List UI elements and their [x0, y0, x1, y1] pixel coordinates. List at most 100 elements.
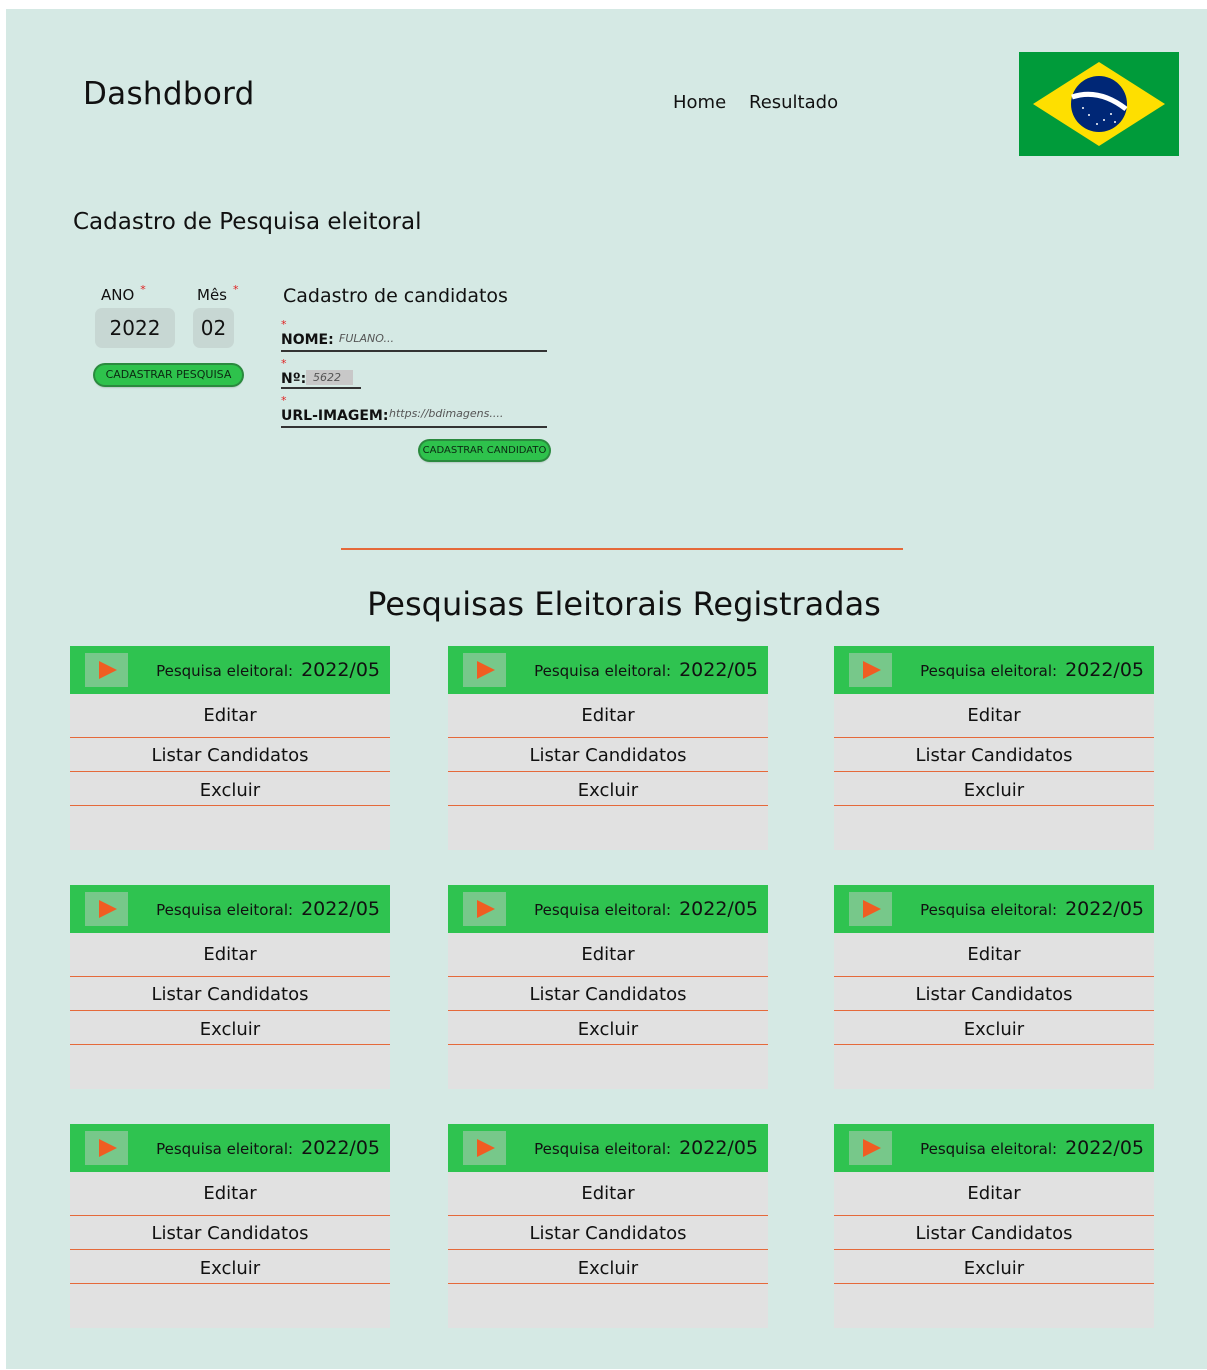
url-required-mark: *	[281, 394, 287, 407]
card-header: Pesquisa eleitoral: 2022/05	[834, 646, 1154, 694]
editar-button[interactable]: Editar	[70, 1172, 390, 1216]
play-icon[interactable]	[85, 892, 128, 926]
editar-button[interactable]: Editar	[834, 933, 1154, 977]
card-value: 2022/05	[301, 1137, 380, 1159]
play-icon[interactable]	[849, 892, 892, 926]
listar-candidatos-button[interactable]: Listar Candidatos	[834, 738, 1154, 772]
card-header: Pesquisa eleitoral: 2022/05	[834, 885, 1154, 933]
card-title: Pesquisa eleitoral: 2022/05	[920, 659, 1144, 681]
nome-label: NOME:	[281, 332, 334, 348]
pesquisa-card: Pesquisa eleitoral: 2022/05 Editar Listar C…	[834, 646, 1154, 850]
card-header: Pesquisa eleitoral: 2022/05	[834, 1124, 1154, 1172]
card-value: 2022/05	[1065, 1137, 1144, 1159]
editar-button[interactable]: Editar	[70, 694, 390, 738]
card-header: Pesquisa eleitoral: 2022/05	[70, 646, 390, 694]
pesquisa-card: Pesquisa eleitoral: 2022/05 Editar Listar C…	[448, 885, 768, 1089]
card-title: Pesquisa eleitoral: 2022/05	[920, 898, 1144, 920]
url-input[interactable]: https://bdimagens....	[389, 407, 503, 420]
play-icon[interactable]	[85, 1131, 128, 1165]
listar-candidatos-button[interactable]: Listar Candidatos	[448, 977, 768, 1011]
nav-home-link[interactable]: Home	[673, 92, 726, 113]
listar-candidatos-button[interactable]: Listar Candidatos	[448, 1216, 768, 1250]
card-label: Pesquisa eleitoral:	[920, 901, 1058, 919]
ano-label: ANO *	[101, 283, 146, 304]
brazil-flag-icon	[1019, 52, 1179, 156]
numero-label: Nº:	[281, 371, 307, 387]
excluir-button[interactable]: Excluir	[70, 772, 390, 806]
card-value: 2022/05	[679, 898, 758, 920]
card-header: Pesquisa eleitoral: 2022/05	[448, 646, 768, 694]
card-label: Pesquisa eleitoral:	[156, 901, 294, 919]
pesquisa-card: Pesquisa eleitoral: 2022/05 Editar Listar C…	[448, 646, 768, 850]
card-header: Pesquisa eleitoral: 2022/05	[448, 1124, 768, 1172]
play-icon[interactable]	[463, 1131, 506, 1165]
play-icon[interactable]	[463, 892, 506, 926]
play-icon[interactable]	[463, 653, 506, 687]
card-value: 2022/05	[1065, 659, 1144, 681]
editar-button[interactable]: Editar	[834, 694, 1154, 738]
nome-required-mark: *	[281, 318, 287, 331]
card-header: Pesquisa eleitoral: 2022/05	[70, 1124, 390, 1172]
ano-input[interactable]: 2022	[95, 308, 175, 348]
card-title: Pesquisa eleitoral: 2022/05	[156, 659, 380, 681]
editar-button[interactable]: Editar	[834, 1172, 1154, 1216]
card-value: 2022/05	[679, 659, 758, 681]
editar-button[interactable]: Editar	[70, 933, 390, 977]
nav-resultado-link[interactable]: Resultado	[749, 92, 838, 113]
card-label: Pesquisa eleitoral:	[534, 1140, 672, 1158]
listar-candidatos-button[interactable]: Listar Candidatos	[834, 977, 1154, 1011]
excluir-button[interactable]: Excluir	[70, 1011, 390, 1045]
editar-button[interactable]: Editar	[448, 694, 768, 738]
editar-button[interactable]: Editar	[448, 933, 768, 977]
card-value: 2022/05	[1065, 898, 1144, 920]
excluir-button[interactable]: Excluir	[70, 1250, 390, 1284]
card-header: Pesquisa eleitoral: 2022/05	[448, 885, 768, 933]
card-label: Pesquisa eleitoral:	[534, 901, 672, 919]
card-title: Pesquisa eleitoral: 2022/05	[156, 1137, 380, 1159]
card-title: Pesquisa eleitoral: 2022/05	[920, 1137, 1144, 1159]
listar-candidatos-button[interactable]: Listar Candidatos	[70, 1216, 390, 1250]
pesquisa-card: Pesquisa eleitoral: 2022/05 Editar Listar C…	[834, 1124, 1154, 1328]
card-label: Pesquisa eleitoral:	[156, 1140, 294, 1158]
play-icon[interactable]	[849, 653, 892, 687]
card-label: Pesquisa eleitoral:	[156, 662, 294, 680]
card-value: 2022/05	[679, 1137, 758, 1159]
section-divider	[341, 548, 903, 550]
card-title: Pesquisa eleitoral: 2022/05	[534, 898, 758, 920]
listar-candidatos-button[interactable]: Listar Candidatos	[70, 977, 390, 1011]
play-icon[interactable]	[849, 1131, 892, 1165]
excluir-button[interactable]: Excluir	[834, 1011, 1154, 1045]
excluir-button[interactable]: Excluir	[834, 1250, 1154, 1284]
numero-required-mark: *	[281, 357, 287, 370]
nome-underline	[281, 350, 547, 352]
mes-input[interactable]: 02	[193, 308, 234, 348]
listar-candidatos-button[interactable]: Listar Candidatos	[448, 738, 768, 772]
card-label: Pesquisa eleitoral:	[920, 662, 1058, 680]
excluir-button[interactable]: Excluir	[448, 1011, 768, 1045]
card-value: 2022/05	[301, 659, 380, 681]
numero-input[interactable]: 5622	[306, 370, 353, 385]
form-title: Cadastro de Pesquisa eleitoral	[73, 209, 422, 235]
editar-button[interactable]: Editar	[448, 1172, 768, 1216]
pesquisa-card: Pesquisa eleitoral: 2022/05 Editar Listar C…	[70, 885, 390, 1089]
url-label: URL-IMAGEM:	[281, 408, 389, 424]
nome-input[interactable]: FULANO...	[339, 332, 394, 345]
listar-candidatos-button[interactable]: Listar Candidatos	[834, 1216, 1154, 1250]
excluir-button[interactable]: Excluir	[834, 772, 1154, 806]
card-title: Pesquisa eleitoral: 2022/05	[534, 1137, 758, 1159]
card-title: Pesquisa eleitoral: 2022/05	[156, 898, 380, 920]
play-icon[interactable]	[85, 653, 128, 687]
pesquisa-card: Pesquisa eleitoral: 2022/05 Editar Listar C…	[448, 1124, 768, 1328]
cadastrar-candidato-button[interactable]: CADASTRAR CANDIDATO	[420, 441, 549, 460]
numero-underline	[281, 387, 361, 389]
excluir-button[interactable]: Excluir	[448, 772, 768, 806]
mes-label: Mês *	[197, 283, 239, 304]
card-header: Pesquisa eleitoral: 2022/05	[70, 885, 390, 933]
card-value: 2022/05	[301, 898, 380, 920]
pesquisa-card: Pesquisa eleitoral: 2022/05 Editar Listar C…	[834, 885, 1154, 1089]
cadastrar-pesquisa-button[interactable]: CADASTRAR PESQUISA	[95, 365, 242, 385]
list-title: Pesquisas Eleitorais Registradas	[367, 585, 881, 623]
card-label: Pesquisa eleitoral:	[920, 1140, 1058, 1158]
listar-candidatos-button[interactable]: Listar Candidatos	[70, 738, 390, 772]
excluir-button[interactable]: Excluir	[448, 1250, 768, 1284]
